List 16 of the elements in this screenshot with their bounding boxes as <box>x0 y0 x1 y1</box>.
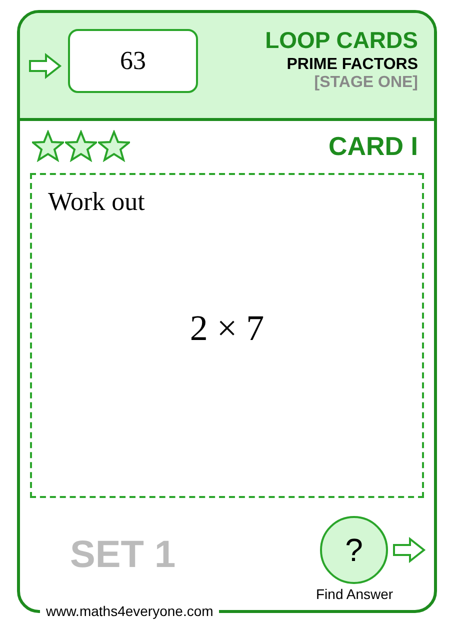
question-expression: 2 × 7 <box>190 307 264 349</box>
star-icon <box>98 130 130 162</box>
card-label: CARD I <box>328 130 418 162</box>
star-icon <box>32 130 64 162</box>
star-icon <box>65 130 97 162</box>
right-arrow-icon <box>392 537 426 563</box>
set-label: SET 1 <box>70 534 176 577</box>
find-answer-label: Find Answer <box>316 586 394 602</box>
topic-title: PRIME FACTORS <box>286 56 418 74</box>
stage-label: [STAGE ONE] <box>314 74 418 92</box>
right-arrow-icon <box>28 52 62 78</box>
website-link[interactable]: www.maths4everyone.com <box>40 603 220 620</box>
question-prompt: Work out <box>47 186 145 217</box>
answer-box: 63 <box>68 28 198 92</box>
find-answer-button[interactable]: ? <box>320 516 388 584</box>
deck-title: LOOP CARDS <box>265 27 418 54</box>
